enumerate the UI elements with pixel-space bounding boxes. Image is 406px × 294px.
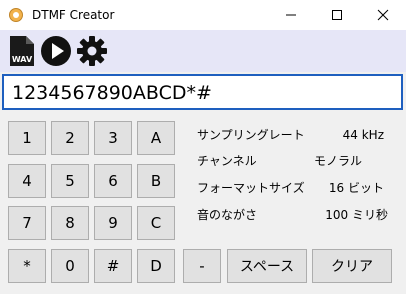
duration-label: 音のながさ [197,208,258,222]
key-hash-button[interactable]: # [94,249,132,283]
key-1-button[interactable]: 1 [8,121,46,155]
key-c-button[interactable]: C [137,206,175,240]
toolbar: WAV [0,30,406,72]
key-9-button[interactable]: 9 [94,206,132,240]
duration-value: 100 ミリ秒 [325,208,388,222]
maximize-icon [332,10,342,20]
title-bar[interactable]: DTMF Creator [0,0,406,30]
key-2-button[interactable]: 2 [51,121,89,155]
play-icon [41,36,71,66]
key-a-button[interactable]: A [137,121,175,155]
format-size-value: 16 ビット [328,181,384,195]
play-button[interactable] [40,35,72,67]
gear-icon [77,36,107,66]
key-7-button[interactable]: 7 [8,206,46,240]
clear-button[interactable]: クリア [312,249,392,283]
key-8-button[interactable]: 8 [51,206,89,240]
dash-button[interactable]: - [183,249,221,283]
space-button[interactable]: スペース [227,249,307,283]
settings-button[interactable] [76,35,108,67]
close-button[interactable] [360,0,406,30]
key-star-button[interactable]: * [8,249,46,283]
save-wav-button[interactable]: WAV [6,35,38,67]
minimize-icon [286,14,296,16]
close-icon [377,9,389,21]
key-4-button[interactable]: 4 [8,164,46,198]
key-3-button[interactable]: 3 [94,121,132,155]
app-phone-icon [9,8,23,22]
wav-icon-label: WAV [12,55,33,64]
format-size-label: フォーマットサイズ [197,181,305,195]
sample-rate-label: サンプリングレート [197,128,305,142]
wav-file-icon: WAV [10,36,34,66]
key-d-button[interactable]: D [137,249,175,283]
minimize-button[interactable] [268,0,314,30]
channel-label: チャンネル [197,154,257,168]
maximize-button[interactable] [314,0,360,30]
sample-rate-value: 44 kHz [342,128,384,142]
key-6-button[interactable]: 6 [94,164,132,198]
key-0-button[interactable]: 0 [51,249,89,283]
dtmf-sequence-input[interactable]: 1234567890ABCD*# [2,74,403,110]
key-b-button[interactable]: B [137,164,175,198]
key-5-button[interactable]: 5 [51,164,89,198]
app-window: DTMF Creator WAV 1234567890ABCD*# 1 2 3 … [0,0,406,294]
window-title: DTMF Creator [32,8,115,22]
channel-value: モノラル [313,154,362,168]
